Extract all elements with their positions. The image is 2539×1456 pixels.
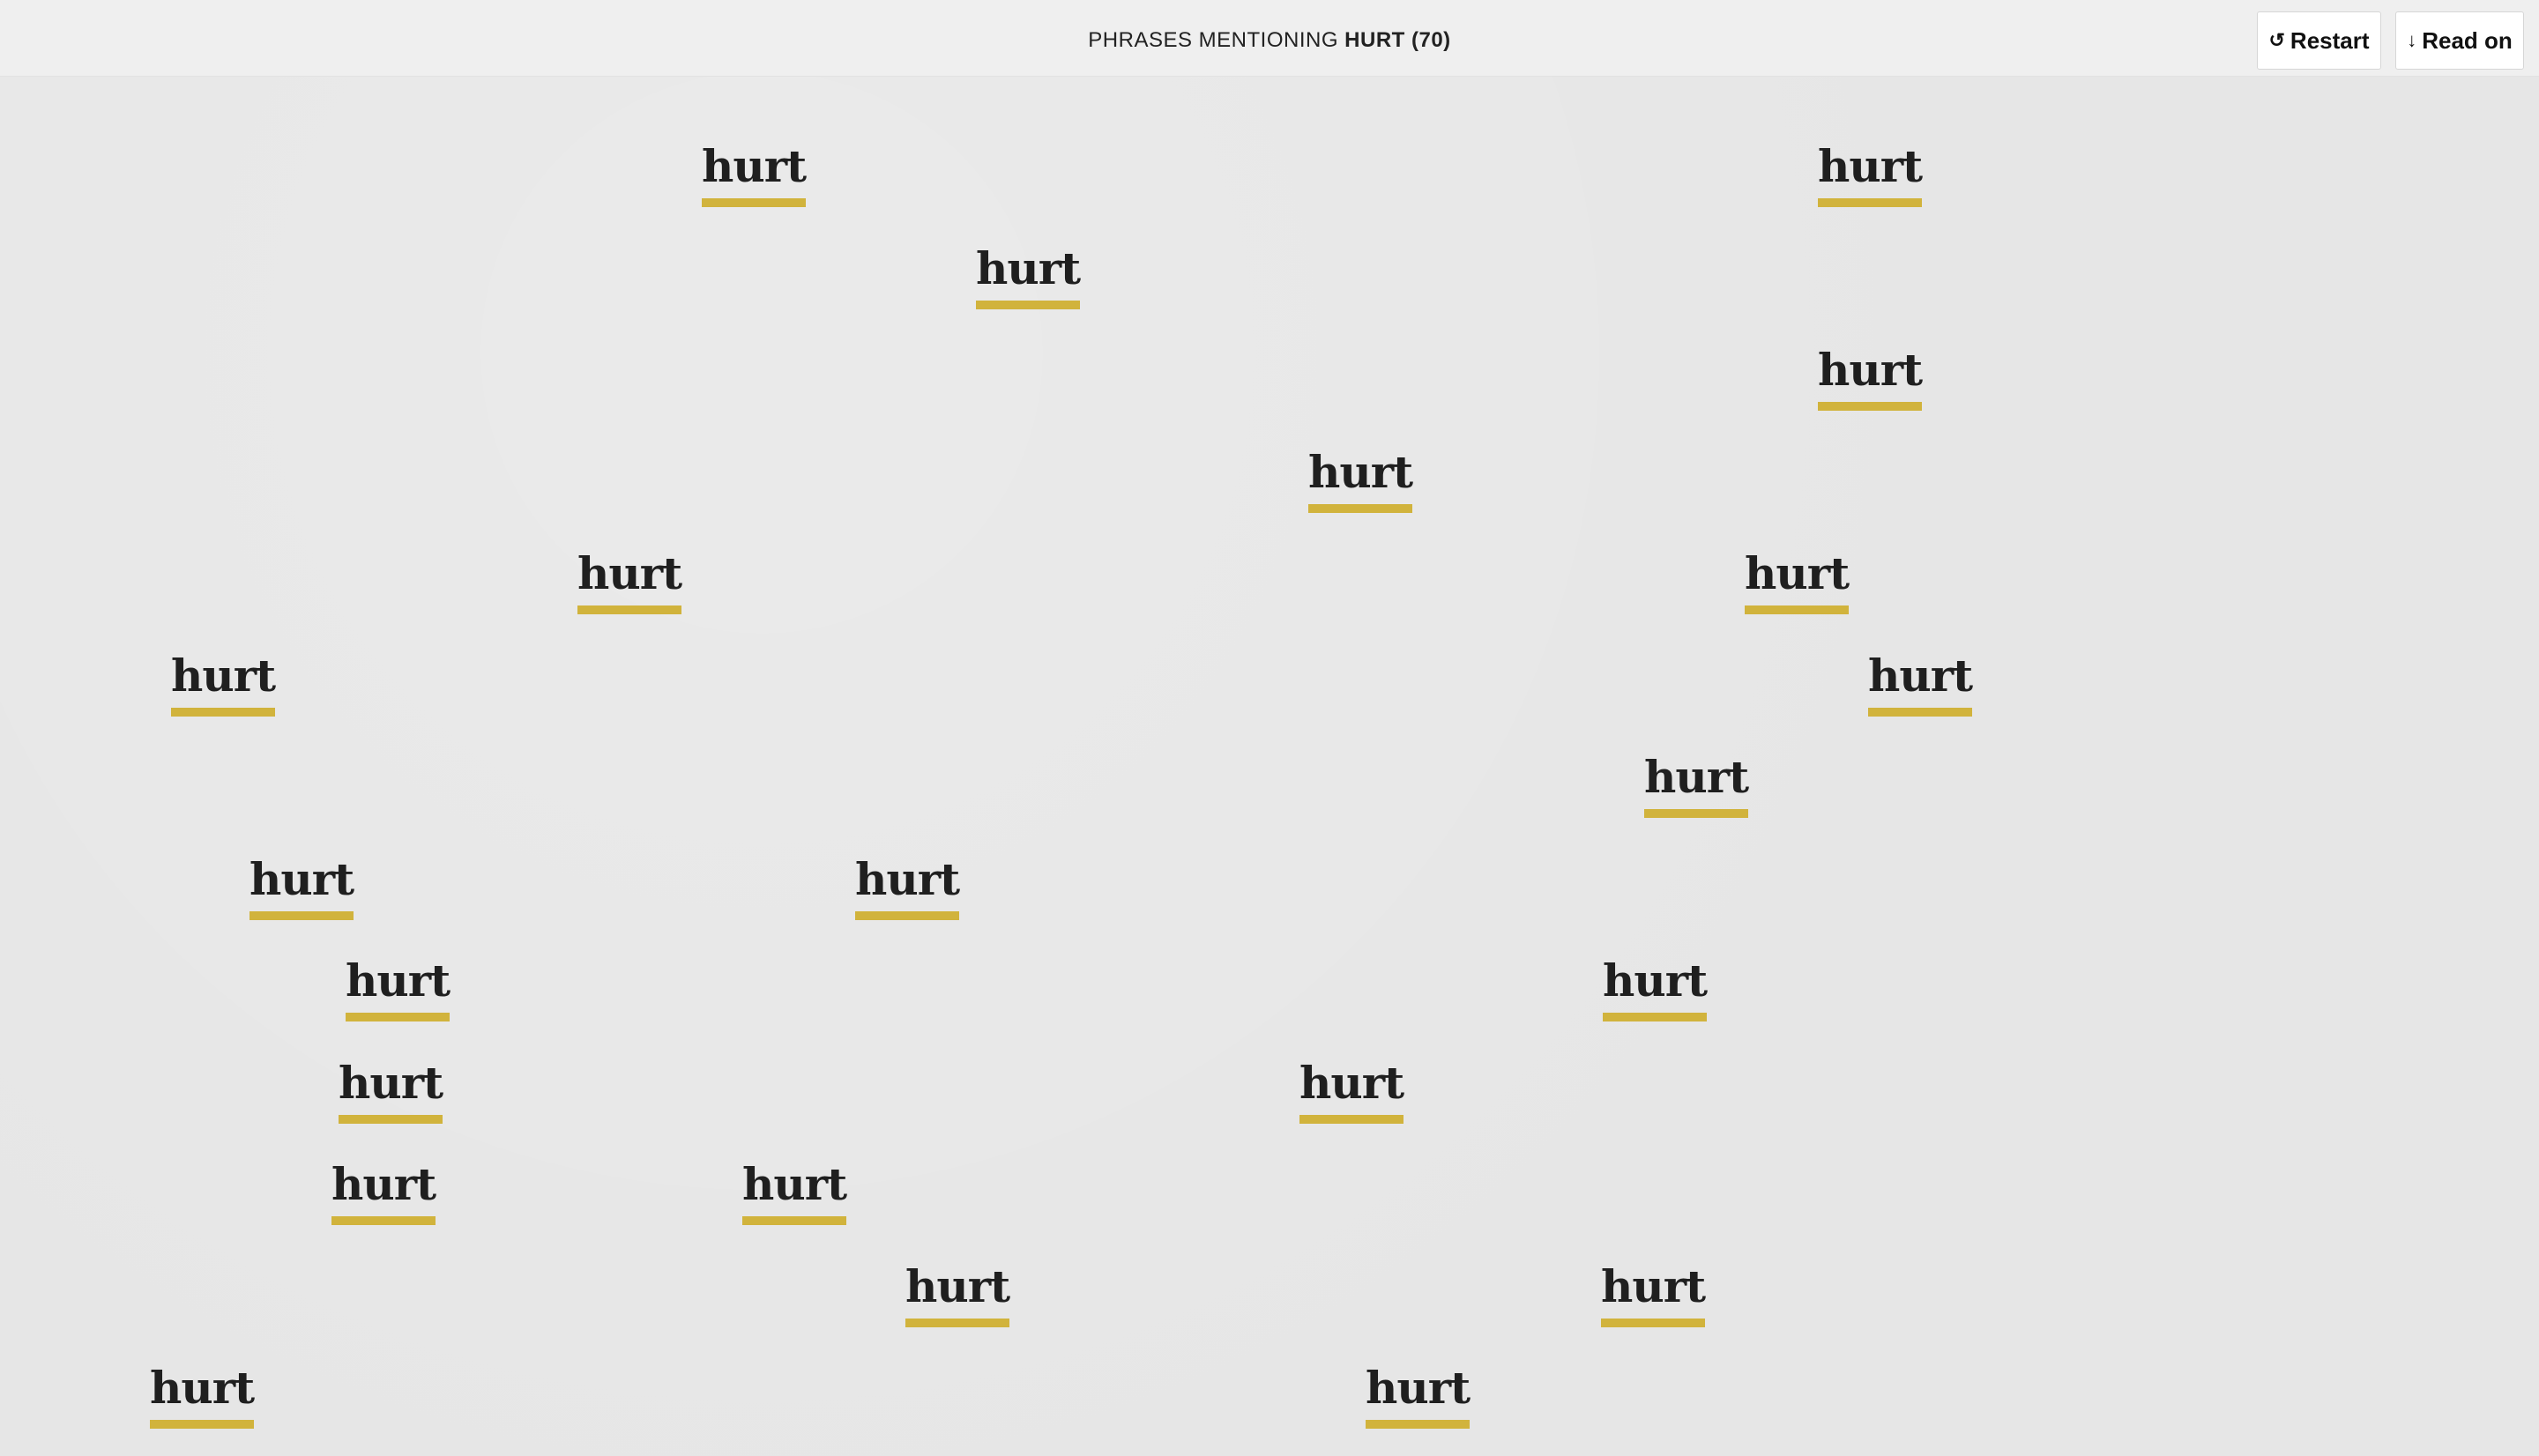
title-prefix: PHRASES MENTIONING: [1088, 28, 1338, 52]
phrase-word[interactable]: hurt: [702, 140, 807, 207]
phrase-word[interactable]: hurt: [1601, 1260, 1706, 1327]
phrase-word[interactable]: hurt: [331, 1158, 436, 1225]
phrase-word[interactable]: hurt: [855, 853, 960, 920]
page-title: PHRASES MENTIONING HURT (70): [0, 0, 2539, 81]
phrase-word[interactable]: hurt: [577, 547, 682, 614]
phrase-word[interactable]: hurt: [1868, 650, 1973, 717]
phrase-word[interactable]: hurt: [1299, 1057, 1404, 1124]
phrase-word[interactable]: hurt: [742, 1158, 847, 1225]
arrow-down-icon: ↓: [2407, 29, 2417, 51]
phrase-word[interactable]: hurt: [150, 1362, 255, 1429]
phrase-word[interactable]: hurt: [1745, 547, 1850, 614]
title-word-count: HURT (70): [1344, 28, 1451, 52]
read-on-label: Read on: [2422, 26, 2513, 54]
phrase-word[interactable]: hurt: [905, 1260, 1010, 1327]
phrase-word[interactable]: hurt: [171, 650, 276, 717]
phrase-word[interactable]: hurt: [249, 853, 354, 920]
phrase-word[interactable]: hurt: [346, 955, 450, 1021]
restart-label: Restart: [2290, 26, 2370, 54]
restart-button[interactable]: ↺ Restart: [2257, 11, 2381, 70]
phrase-word[interactable]: hurt: [1818, 140, 1923, 207]
restart-icon: ↺: [2268, 29, 2285, 51]
phrase-word[interactable]: hurt: [1308, 446, 1413, 513]
phrase-canvas: hurt hurt hurt hurt hurt hurt hurt hurt …: [0, 77, 2539, 1456]
read-on-button[interactable]: ↓ Read on: [2395, 11, 2524, 70]
phrase-word[interactable]: hurt: [1603, 955, 1708, 1021]
phrase-word[interactable]: hurt: [339, 1057, 443, 1124]
phrase-word[interactable]: hurt: [1366, 1362, 1471, 1429]
top-bar: PHRASES MENTIONING HURT (70) ↺ Restart ↓…: [0, 0, 2539, 77]
phrase-word[interactable]: hurt: [1818, 344, 1923, 411]
phrase-word[interactable]: hurt: [1644, 751, 1749, 818]
phrase-word[interactable]: hurt: [976, 242, 1081, 309]
